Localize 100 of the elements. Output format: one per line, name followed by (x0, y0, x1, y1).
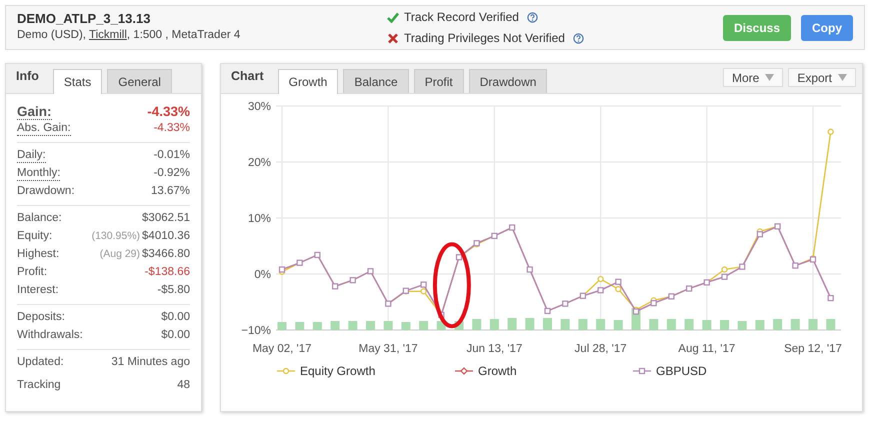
point (828, 294, 834, 302)
help-icon[interactable] (526, 12, 538, 22)
legend-label[interactable]: Growth (478, 362, 517, 380)
point (739, 264, 746, 270)
account-title: DEMO_ATLP_3_13.13 (17, 10, 152, 28)
point (598, 276, 604, 282)
broker-link[interactable]: Tickmill (89, 29, 127, 42)
point (650, 300, 657, 306)
volume-bar (560, 319, 570, 330)
volume-bar (508, 318, 517, 330)
x-axis-label: Jul 28, '17 (574, 343, 627, 355)
volume-bar (702, 320, 712, 330)
point (526, 266, 533, 273)
stat-value: -$5.80 (157, 283, 190, 298)
stat-value: 31 Minutes ago (111, 355, 190, 370)
point (544, 308, 551, 314)
stat-label: Deposits: (17, 310, 65, 324)
volume-bar (330, 321, 340, 330)
volume-bar (720, 320, 729, 330)
volume-bar (401, 322, 410, 330)
legend-label[interactable]: GBPUSD (656, 362, 707, 380)
panel-heading: Info (16, 68, 39, 86)
stat-value: -4.33% (154, 121, 190, 136)
volume-bar (596, 319, 606, 330)
volume-bar (649, 319, 658, 330)
stat-label: Highest: (17, 247, 60, 261)
stat-label: Daily: (17, 148, 46, 163)
dropdown-button[interactable]: Export (788, 68, 856, 87)
volume-bar (790, 319, 800, 330)
help-icon[interactable] (572, 32, 584, 44)
stat-value: $0.00 (161, 328, 190, 343)
stat-label: Abs. Gain: (17, 121, 71, 136)
stat-label: Tracking (17, 378, 61, 392)
point (668, 293, 674, 300)
x-axis-label: Jun 13, '17 (466, 343, 522, 355)
point (332, 283, 338, 290)
point (562, 300, 568, 307)
point (491, 232, 498, 240)
point (296, 260, 303, 266)
panel-heading: Chart (231, 68, 264, 86)
stat-value: -4.33% (147, 103, 190, 121)
point (686, 285, 692, 292)
volume-bar (738, 321, 747, 330)
stat-label: Balance: (17, 211, 62, 225)
panel-tab[interactable]: General (107, 69, 172, 93)
stat-value: -$138.66 (144, 265, 190, 280)
stat-label: Equity: (17, 229, 52, 243)
point (774, 223, 781, 230)
point (792, 262, 798, 269)
stat-note: (Aug 29) (100, 247, 140, 262)
stat-value: $3062.51 (142, 211, 190, 226)
panel-tab[interactable]: Growth (278, 69, 338, 94)
stat-value: 13.67% (150, 184, 190, 199)
point (615, 278, 622, 285)
stat-value: 48 (177, 378, 190, 393)
point (828, 128, 834, 135)
panel-tab[interactable]: Stats (52, 69, 102, 94)
volume-bar (684, 319, 694, 330)
stat-value: -0.01% (154, 148, 190, 163)
stat-label: Profit: (17, 265, 48, 279)
legend-marker-icon (633, 367, 651, 375)
volume-bar (295, 322, 304, 330)
point (420, 282, 427, 288)
account-subtitle: Demo (USD), Tickmill, 1:500 , MetaTrader 4 (17, 28, 242, 44)
volume-bar (826, 319, 836, 330)
volume-bar (755, 320, 764, 330)
volume-bar (490, 319, 499, 330)
point (385, 300, 392, 307)
x-axis-label: Aug 11, '17 (678, 343, 736, 355)
caret-icon (765, 74, 774, 81)
stat-label: Monthly: (17, 166, 60, 181)
volume-bar (808, 319, 818, 330)
dropdown-button[interactable]: More (722, 68, 784, 87)
point (509, 224, 516, 231)
volume-bar (614, 320, 623, 330)
stat-note: (130.95%) (92, 229, 140, 244)
legend-label[interactable]: Equity Growth (300, 362, 376, 380)
point (615, 286, 622, 292)
verification-label: Track Record Verified (404, 9, 519, 26)
point (420, 288, 427, 294)
stat-label: Interest: (17, 283, 59, 297)
point (367, 268, 374, 274)
stat-label: Updated: (17, 355, 64, 369)
y-axis-label: 10% (248, 213, 271, 225)
point (314, 252, 320, 258)
panel-tab[interactable]: Profit (414, 69, 464, 93)
volume-bar (419, 321, 428, 330)
volume-bar (525, 318, 534, 330)
point (721, 274, 728, 280)
x-axis-label: Sep 12, '17 (784, 343, 842, 355)
legend-marker-icon (455, 367, 473, 375)
panel-tab[interactable]: Drawdown (468, 69, 548, 93)
volume-bar (773, 319, 782, 330)
volume-bar (366, 321, 375, 330)
stat-label: Drawdown: (17, 184, 75, 198)
panel-tab[interactable]: Balance (343, 69, 409, 93)
volume-bar (278, 322, 286, 330)
volume-bar (578, 319, 588, 330)
y-axis-label: 0% (254, 269, 271, 281)
point (721, 266, 728, 273)
